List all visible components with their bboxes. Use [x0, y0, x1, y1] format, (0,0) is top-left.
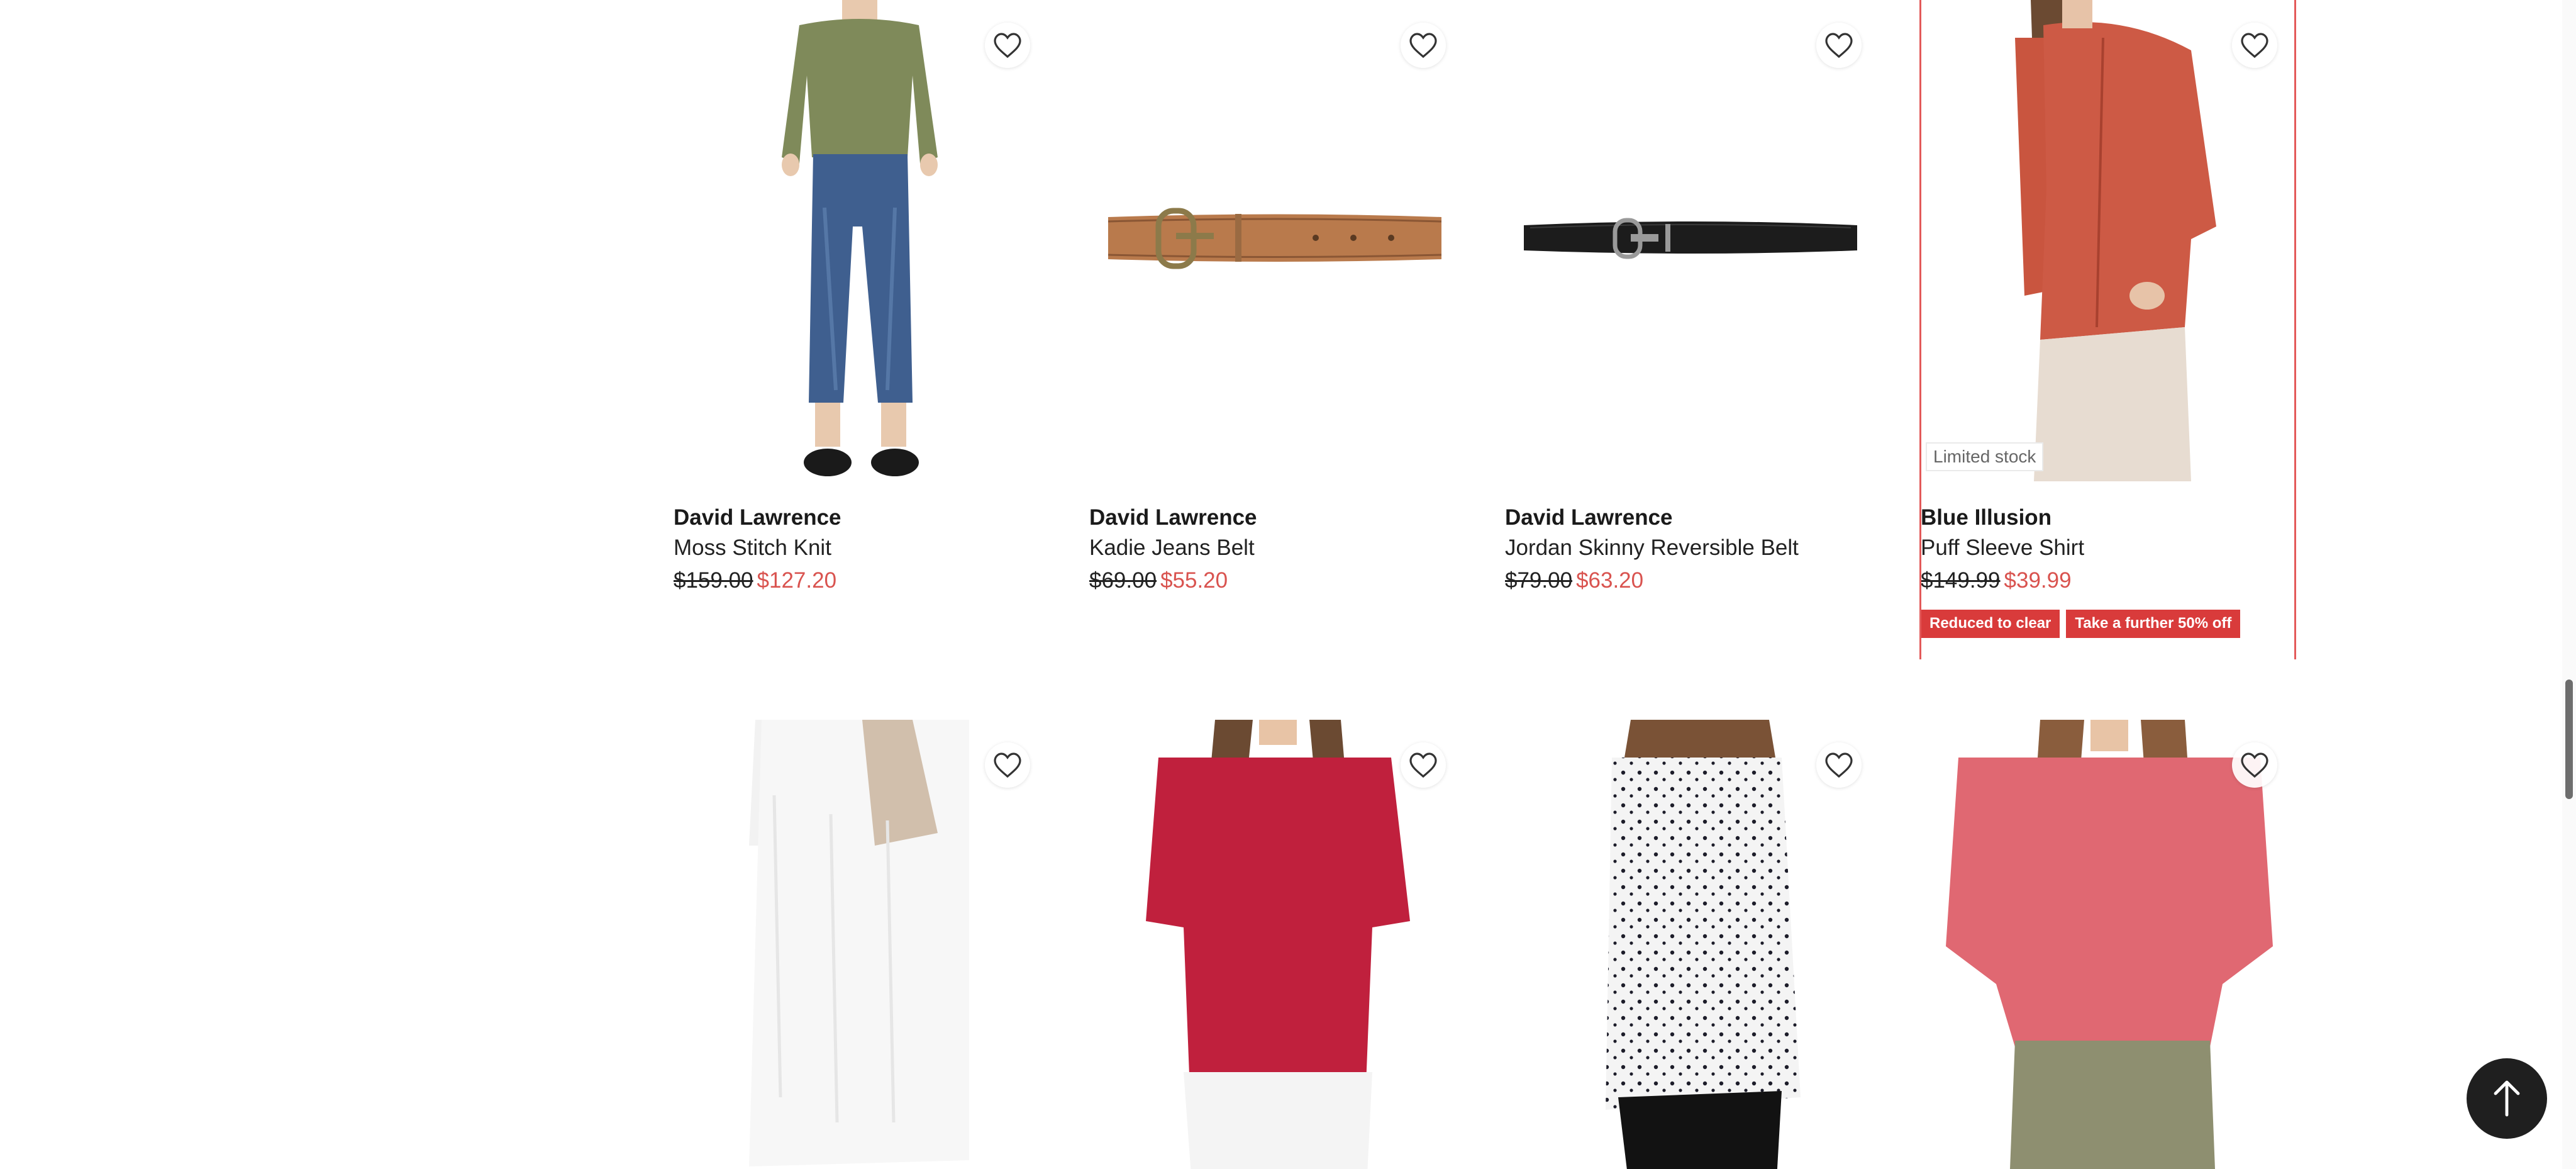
was-price: $79.00 — [1505, 568, 1573, 593]
tan-leather-belt — [1108, 208, 1442, 269]
heart-outline-icon — [1825, 33, 1853, 59]
favorite-button[interactable] — [1401, 742, 1446, 788]
product-image[interactable] — [1089, 720, 1463, 1169]
heart-outline-icon — [1825, 752, 1853, 778]
reduced-to-clear-badge: Reduced to clear — [1921, 610, 2060, 638]
product-info: David Lawrence Jordan Skinny Reversible … — [1505, 481, 1879, 598]
product-card[interactable] — [1089, 720, 1463, 1169]
product-prices: $79.00 $63.20 — [1505, 563, 1879, 598]
model-in-knit-sweater-and-jeans — [782, 0, 938, 476]
product-name[interactable]: Kadie Jeans Belt — [1089, 533, 1463, 563]
product-card[interactable]: David Lawrence Kadie Jeans Belt $69.00 $5… — [1089, 0, 1463, 598]
heart-outline-icon — [994, 33, 1021, 59]
product-prices: $149.99 $39.99 — [1921, 563, 2295, 598]
heart-outline-icon — [1409, 752, 1437, 778]
favorite-button[interactable] — [1816, 23, 1862, 68]
favorite-button[interactable] — [2232, 23, 2277, 68]
page-scrollbar[interactable] — [2562, 0, 2576, 1169]
product-image[interactable] — [674, 720, 1048, 1169]
product-brand[interactable]: Blue Illusion — [1921, 503, 2295, 533]
was-price: $159.00 — [674, 568, 753, 593]
product-card[interactable] — [1921, 720, 2295, 1169]
was-price: $149.99 — [1921, 568, 2001, 593]
model-in-red-tee — [1146, 720, 1410, 1169]
favorite-button[interactable] — [985, 742, 1030, 788]
heart-outline-icon — [994, 752, 1021, 778]
product-info: David Lawrence Kadie Jeans Belt $69.00 $5… — [1089, 481, 1463, 598]
product-image[interactable] — [1089, 0, 1463, 481]
model-in-white-blouse — [749, 720, 969, 1166]
product-card[interactable] — [674, 720, 1048, 1169]
product-card[interactable]: David Lawrence Moss Stitch Knit $159.00 $… — [674, 0, 1048, 598]
stock-label: Limited stock — [1926, 442, 2044, 471]
product-image[interactable] — [1505, 0, 1879, 481]
model-in-red-shirt — [2015, 0, 2216, 481]
heart-outline-icon — [1409, 33, 1437, 59]
product-prices: $159.00 $127.20 — [674, 563, 1048, 598]
promo-badges: Reduced to clear Take a further 50% off — [1921, 610, 2295, 638]
product-name[interactable]: Puff Sleeve Shirt — [1921, 533, 2295, 563]
arrow-up-icon — [2494, 1080, 2520, 1117]
back-to-top-button[interactable] — [2467, 1058, 2547, 1139]
product-name[interactable]: Jordan Skinny Reversible Belt — [1505, 533, 1879, 563]
product-info: David Lawrence Moss Stitch Knit $159.00 $… — [674, 481, 1048, 598]
was-price: $69.00 — [1089, 568, 1157, 593]
product-prices: $69.00 $55.20 — [1089, 563, 1463, 598]
product-info: Blue Illusion Puff Sleeve Shirt $149.99 $… — [1921, 481, 2295, 638]
favorite-button[interactable] — [1401, 23, 1446, 68]
product-image[interactable] — [1505, 720, 1879, 1169]
sale-price: $63.20 — [1576, 568, 1644, 593]
favorite-button[interactable] — [985, 23, 1030, 68]
product-card[interactable]: Limited stock Blue Illusion Puff Sleeve … — [1919, 0, 2296, 659]
scrollbar-thumb[interactable] — [2565, 680, 2573, 799]
product-brand[interactable]: David Lawrence — [674, 503, 1048, 533]
product-image[interactable] — [674, 0, 1048, 481]
further-discount-badge: Take a further 50% off — [2066, 610, 2241, 638]
sale-price: $39.99 — [2004, 568, 2072, 593]
favorite-button[interactable] — [1816, 742, 1862, 788]
favorite-button[interactable] — [2232, 742, 2277, 788]
model-in-pink-top — [1946, 720, 2273, 1169]
product-card[interactable] — [1505, 720, 1879, 1169]
product-name[interactable]: Moss Stitch Knit — [674, 533, 1048, 563]
product-brand[interactable]: David Lawrence — [1505, 503, 1879, 533]
sale-price: $127.20 — [757, 568, 837, 593]
heart-outline-icon — [2241, 33, 2268, 59]
product-listing-page: David Lawrence Moss Stitch Knit $159.00 $… — [0, 0, 2576, 1169]
product-brand[interactable]: David Lawrence — [1089, 503, 1463, 533]
heart-outline-icon — [2241, 752, 2268, 778]
black-skinny-belt — [1524, 218, 1857, 259]
product-card[interactable]: David Lawrence Jordan Skinny Reversible … — [1505, 0, 1879, 598]
sale-price: $55.20 — [1160, 568, 1228, 593]
product-image[interactable] — [1921, 720, 2295, 1169]
product-image[interactable]: Limited stock — [1921, 0, 2295, 481]
model-in-spot-print-blouse — [1606, 720, 1801, 1169]
